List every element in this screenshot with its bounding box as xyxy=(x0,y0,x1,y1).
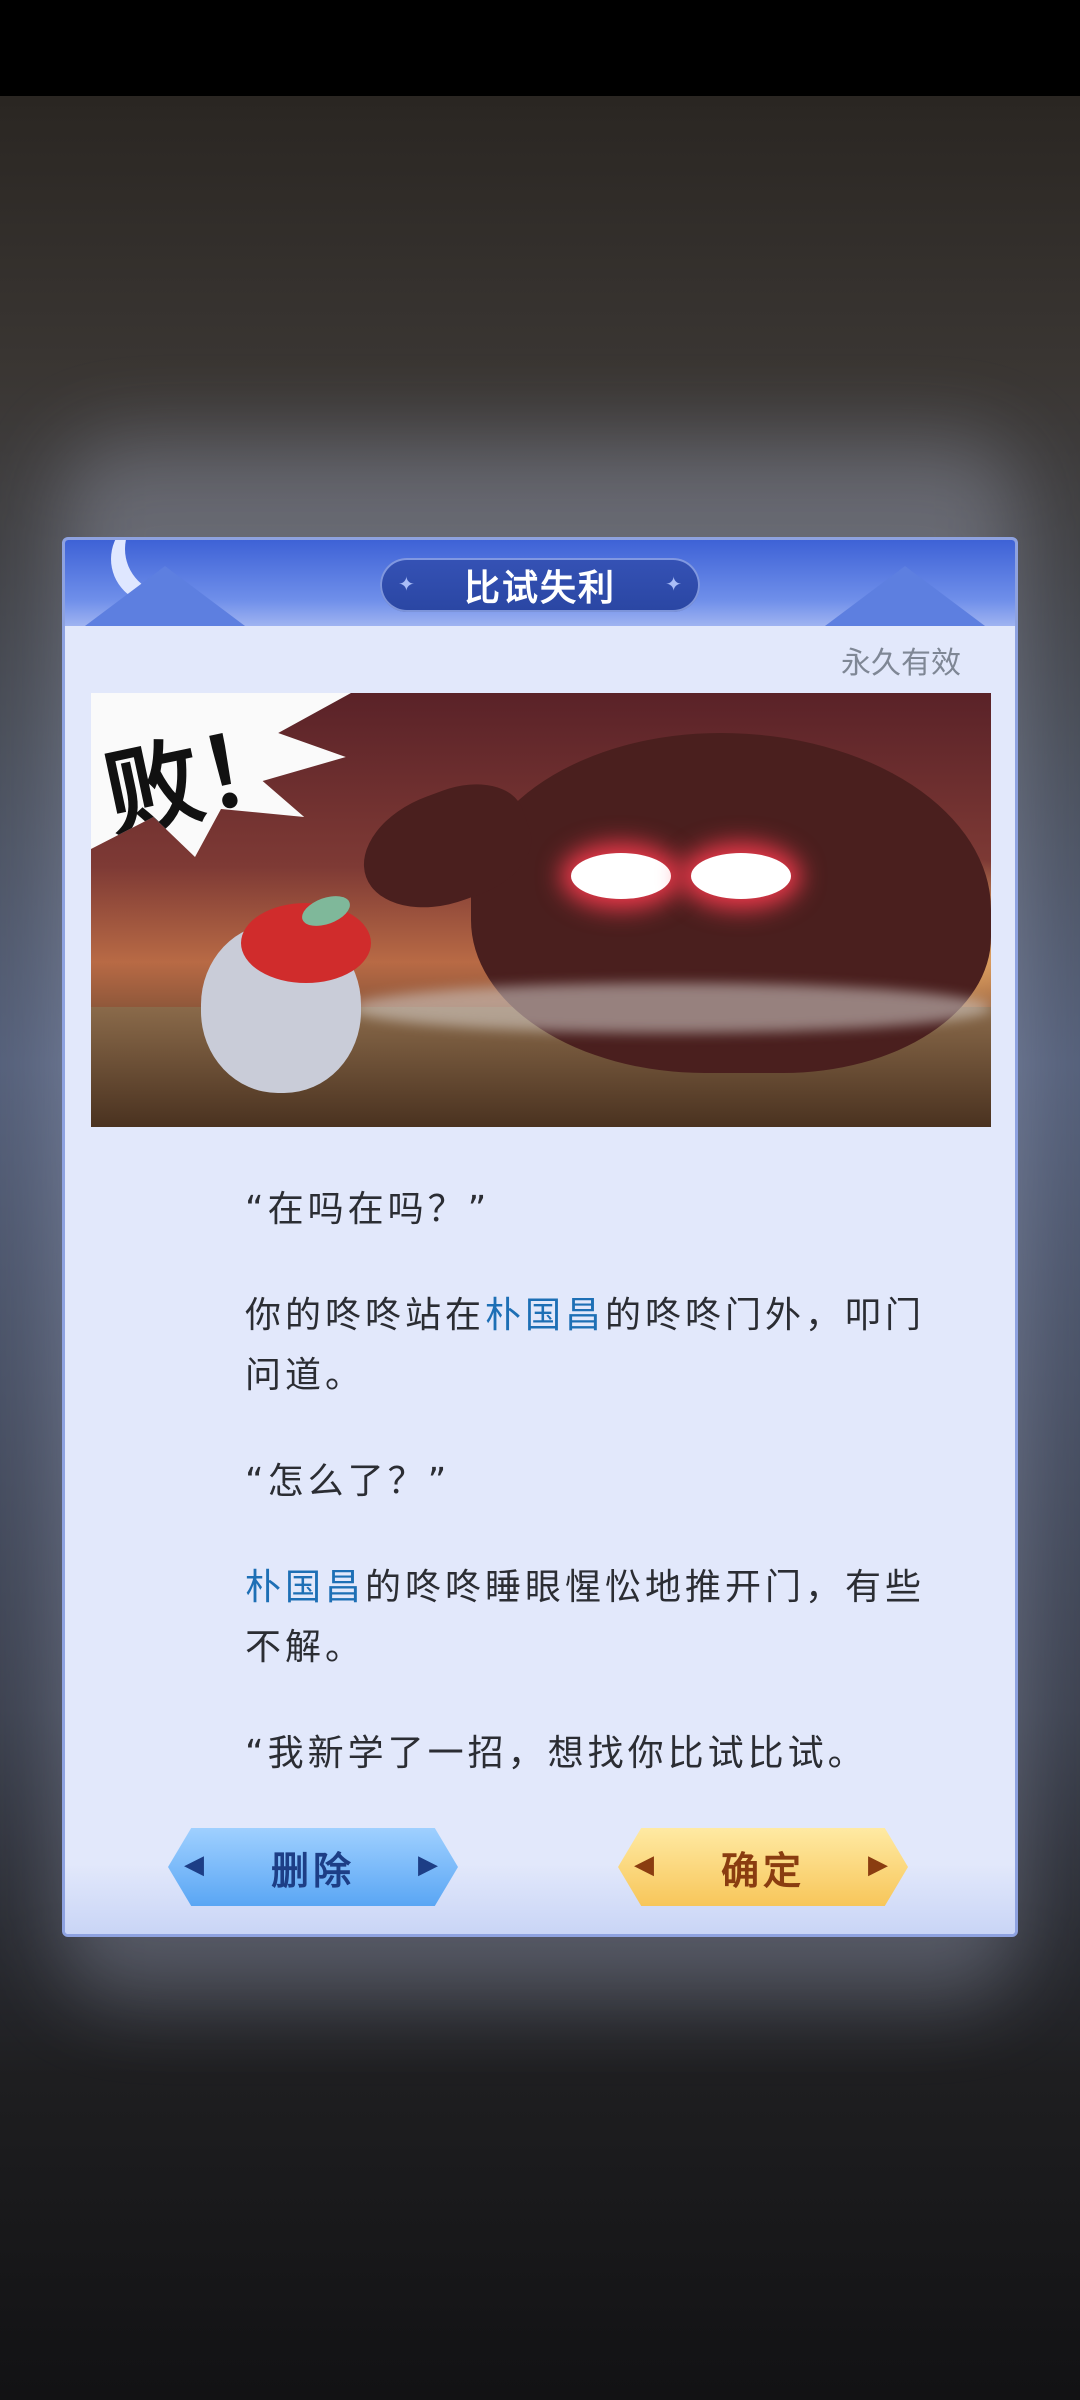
illustration-fog xyxy=(351,983,991,1033)
dialog-title: 比试失利 xyxy=(463,568,616,609)
story-paragraph: “怎么了？” xyxy=(245,1461,451,1502)
confirm-button-label: 确定 xyxy=(720,1848,805,1893)
story-paragraph: 你的咚咚站在朴国昌的咚咚门外，叩门问道。 xyxy=(115,1286,965,1406)
monster-eye xyxy=(691,853,791,899)
story-paragraph: “我新学了一招，想找你比试比试。 xyxy=(245,1733,868,1774)
defeat-illustration: 败！ xyxy=(91,693,991,1127)
player-name: 朴国昌 xyxy=(485,1295,606,1336)
star-decoration-icon: ✦ xyxy=(665,572,682,596)
arrow-left-icon: ◀ xyxy=(184,1850,208,1880)
speech-burst: 败！ xyxy=(91,693,351,857)
monster-eye xyxy=(571,853,671,899)
exclaim-text: 败！ xyxy=(95,703,307,854)
star-decoration-icon: ✦ xyxy=(398,572,415,596)
delete-button[interactable]: ◀ 删除 ▶ xyxy=(168,1828,458,1906)
player-name: 朴国昌 xyxy=(245,1567,366,1608)
mountain-decoration-icon xyxy=(85,566,245,626)
delete-button-label: 删除 xyxy=(270,1848,355,1893)
arrow-right-icon: ▶ xyxy=(868,1850,892,1880)
story-text: “在吗在吗？” 你的咚咚站在朴国昌的咚咚门外，叩门问道。 “怎么了？” 朴国昌的… xyxy=(115,1180,965,1830)
dialog-header: ✦ 比试失利 ✦ xyxy=(65,540,1015,626)
status-bar xyxy=(0,0,1080,96)
validity-label: 永久有效 xyxy=(841,646,961,681)
arrow-right-icon: ▶ xyxy=(418,1850,442,1880)
confirm-button[interactable]: ◀ 确定 ▶ xyxy=(618,1828,908,1906)
story-paragraph: “在吗在吗？” xyxy=(245,1189,491,1230)
mountain-decoration-icon xyxy=(825,566,985,626)
story-text-span: 你的咚咚站在 xyxy=(245,1295,486,1336)
title-plate: ✦ 比试失利 ✦ xyxy=(380,558,700,612)
story-paragraph: 朴国昌的咚咚睡眼惺忪地推开门，有些不解。 xyxy=(115,1558,965,1678)
arrow-left-icon: ◀ xyxy=(634,1850,658,1880)
result-dialog: ✦ 比试失利 ✦ 永久有效 败！ “在吗在吗？” 你的咚咚站在朴国昌的咚咚门外，… xyxy=(62,537,1018,1937)
